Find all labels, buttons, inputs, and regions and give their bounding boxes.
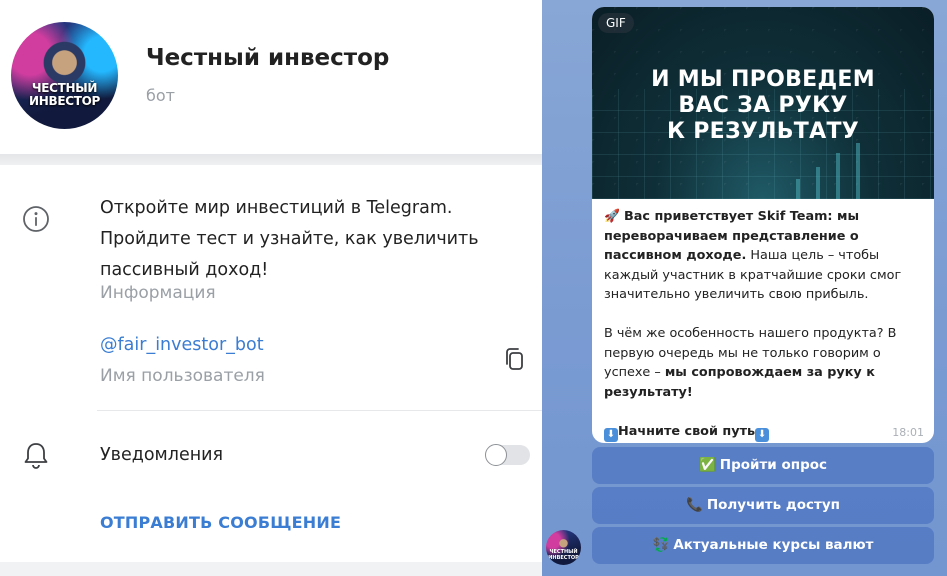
- chat-panel: GIF И МЫ ПРОВЕДЕМ ВАС ЗА РУКУ К РЕЗУЛЬТА…: [542, 0, 947, 576]
- bio-text: Откройте мир инвестиций в Telegram. Прой…: [100, 198, 479, 280]
- notifications-toggle[interactable]: [485, 444, 530, 466]
- bio-label: Информация: [100, 283, 216, 303]
- notifications-label: Уведомления: [100, 445, 224, 465]
- bot-avatar-caption: ЧЕСТНЫЙ ИНВЕСТОР: [548, 549, 579, 561]
- profile-name: Честный инвестор: [146, 45, 390, 71]
- take-survey-button[interactable]: ✅ Пройти опрос: [592, 447, 934, 484]
- username-label: Имя пользователя: [100, 366, 265, 386]
- avatar-caption: ЧЕСТНЫЙ ИНВЕСТОР: [28, 81, 101, 108]
- message-paragraph-3: ⬇ Начните свой путь ⬇: [604, 422, 926, 442]
- phone-icon: 📞: [686, 497, 703, 513]
- arrow-down-icon: ⬇: [755, 427, 770, 442]
- info-icon: [23, 206, 49, 232]
- profile-header: ЧЕСТНЫЙ ИНВЕСТОР Честный инвестор бот: [0, 0, 542, 154]
- send-message-button[interactable]: ОТПРАВИТЬ СООБЩЕНИЕ: [100, 513, 341, 532]
- bot-avatar[interactable]: ЧЕСТНЫЙ ИНВЕСТОР: [546, 530, 581, 565]
- toggle-knob: [485, 444, 507, 466]
- gif-title: И МЫ ПРОВЕДЕМ ВАС ЗА РУКУ К РЕЗУЛЬТАТУ: [651, 67, 875, 144]
- arrow-down-icon: ⬇: [604, 427, 618, 442]
- avatar[interactable]: ЧЕСТНЫЙ ИНВЕСТОР: [11, 22, 118, 129]
- currency-exchange-icon: 💱: [652, 537, 670, 553]
- rocket-icon: 🚀: [604, 209, 620, 224]
- copy-icon[interactable]: [503, 346, 527, 374]
- section-separator: [0, 154, 542, 165]
- message-paragraph-1: 🚀 Вас приветствует Skif Team: мы перевор…: [604, 209, 902, 302]
- profile-panel: ЧЕСТНЫЙ ИНВЕСТОР Честный инвестор бот От…: [0, 0, 542, 576]
- profile-type: бот: [146, 86, 175, 105]
- bell-icon: [24, 443, 48, 469]
- gif-badge: GIF: [598, 13, 634, 33]
- exchange-rates-button[interactable]: 💱 Актуальные курсы валют: [592, 527, 934, 564]
- message-bubble: GIF И МЫ ПРОВЕДЕМ ВАС ЗА РУКУ К РЕЗУЛЬТА…: [592, 7, 934, 443]
- gif-media[interactable]: GIF И МЫ ПРОВЕДЕМ ВАС ЗА РУКУ К РЕЗУЛЬТА…: [592, 7, 934, 199]
- check-icon: ✅: [698, 457, 716, 473]
- get-access-button[interactable]: 📞 Получить доступ: [592, 487, 934, 524]
- message-text: 🚀 Вас приветствует Skif Team: мы перевор…: [604, 207, 926, 442]
- message-time: 18:01: [892, 426, 924, 439]
- divider: [97, 410, 542, 411]
- username-link[interactable]: @fair_investor_bot: [100, 335, 264, 355]
- message-paragraph-2: В чём же особенность нашего продукта? В …: [604, 326, 897, 400]
- gif-chart-bars: [796, 139, 916, 199]
